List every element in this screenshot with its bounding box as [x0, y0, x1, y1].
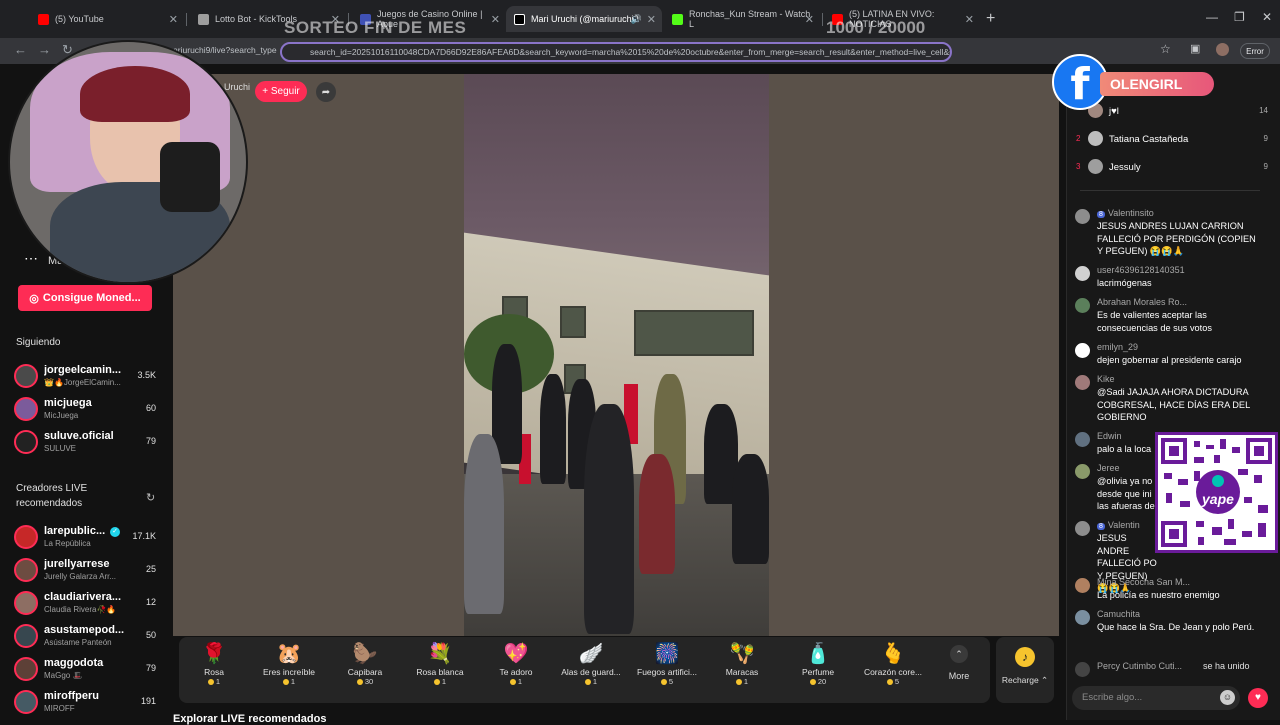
following-item[interactable]: micjuega MicJuega 60 [14, 395, 160, 425]
tiktok-coin-icon: ♪ [1015, 647, 1035, 667]
verified-icon: ✓ [110, 527, 120, 537]
more-gifts-button[interactable]: ⌃ More [944, 645, 974, 681]
minimize-icon[interactable]: — [1206, 10, 1218, 24]
recharge-button[interactable]: ♪ Recharge ⌃ [996, 637, 1054, 703]
gift-perfume[interactable]: 🧴 Perfume 20 [783, 641, 853, 701]
kicktools-icon [198, 13, 209, 25]
close-icon[interactable]: ✕ [805, 13, 814, 26]
avatar [1075, 578, 1090, 593]
avatar [1075, 266, 1090, 281]
facebook-handle-overlay: OLENGIRL [1100, 72, 1214, 96]
avatar [14, 690, 38, 714]
share-icon[interactable]: ➦ [316, 82, 336, 102]
gift-fuegos[interactable]: 🎆 Fuegos artifici... 5 [632, 641, 702, 701]
gift-corazon[interactable]: 🫰 Corazón core... 5 [858, 641, 928, 701]
chevron-up-icon: ⌃ [950, 645, 968, 663]
forward-icon[interactable]: → [38, 42, 51, 57]
more-dots-icon[interactable]: ⋯ [24, 250, 38, 267]
live-video[interactable] [464, 74, 769, 636]
speaker-icon[interactable]: 🔊 [631, 14, 642, 25]
extension-icon[interactable]: ▣ [1190, 42, 1200, 55]
recommended-item[interactable]: larepublic... La República ✓ 17.1K [14, 523, 160, 553]
gift-eres-increible[interactable]: 🐹 Eres increíble 1 [254, 641, 324, 701]
chat-input[interactable]: Escribe algo... [1072, 686, 1240, 710]
youtube-icon [38, 13, 49, 25]
gift-rosa-blanca[interactable]: 💐 Rosa blanca 1 [405, 641, 475, 701]
avatar [14, 624, 38, 648]
explore-heading: Explorar LIVE recomendados [173, 713, 327, 725]
error-badge[interactable]: Error [1240, 43, 1270, 59]
avatar [1088, 131, 1103, 146]
recommended-heading: Creadores LIVE [16, 483, 88, 494]
gift-te-adoro[interactable]: 💖 Te adoro 1 [481, 641, 551, 701]
following-item[interactable]: suluve.oficial SULUVE 79 [14, 428, 160, 458]
yape-qr-code: yape [1155, 432, 1278, 553]
avatar [14, 397, 38, 421]
emoji-icon[interactable]: ☺ [1220, 690, 1235, 705]
recommended-heading-line2: recomendados [16, 498, 83, 509]
heart-icon[interactable]: ♥ [1248, 688, 1268, 708]
avatar [1075, 610, 1090, 625]
ranking-row[interactable]: 3 Jessuly 9 [1076, 158, 1276, 178]
recommended-item[interactable]: jurellyarrese Jurelly Galarza Arr... 25 [14, 556, 160, 586]
gift-maracas[interactable]: 🪇 Maracas 1 [707, 641, 777, 701]
avatar [14, 364, 38, 388]
gift-rosa[interactable]: 🌹 Rosa 1 [179, 641, 249, 701]
ranking-row[interactable]: j♥l 14 [1076, 102, 1276, 122]
bookmark-star-icon[interactable]: ☆ [1160, 42, 1171, 56]
yape-logo: yape [1202, 491, 1234, 507]
url-input[interactable]: search_id=20251016110048CDA7D66D92E86AFE… [280, 42, 952, 62]
tab-mari-uruchi[interactable]: Mari Uruchi (@mariuruchi9 🔊 ✕ [506, 6, 662, 32]
close-icon[interactable]: ✕ [491, 13, 500, 26]
following-heading: Siguiendo [16, 337, 61, 348]
browser-tab-bar: (5) YouTube ✕ Lotto Bot - KickTools ✕ Jueg… [0, 0, 1280, 38]
recommended-item[interactable]: maggodota MaGgo 🎩 79 [14, 655, 160, 685]
webcam-overlay [8, 40, 248, 284]
gift-alas[interactable]: 🪽 Alas de guard... 1 [556, 641, 626, 701]
join-icon [1075, 662, 1090, 677]
recommended-item[interactable]: asustamepod... Asústame Panteón 50 [14, 622, 160, 652]
back-icon[interactable]: ← [14, 42, 27, 57]
maximize-icon[interactable]: ❐ [1234, 10, 1245, 24]
following-item[interactable]: jorgeelcamin... 👑🔥JorgeElCamin... 3.5K [14, 362, 160, 392]
avatar [1075, 521, 1090, 536]
tab-youtube[interactable]: (5) YouTube ✕ [30, 8, 184, 30]
gift-capibara[interactable]: 🦫 Capibara 30 [330, 641, 400, 701]
avatar [14, 430, 38, 454]
refresh-icon[interactable]: ↻ [146, 491, 155, 504]
goal-counter-overlay: 1000 / 20000 [826, 18, 926, 37]
avatar [1075, 375, 1090, 390]
ranking-row[interactable]: 2 Tatiana Castañeda 9 [1076, 130, 1276, 150]
avatar [1075, 464, 1090, 479]
tab-kick-stream[interactable]: Ronchas_Kun Stream - Watch L ✕ [664, 8, 820, 30]
recommended-item[interactable]: claudiarivera... Claudia Rivera🥀🔥 12 [14, 589, 160, 619]
avatar [1075, 343, 1090, 358]
close-icon[interactable]: ✕ [965, 13, 974, 26]
streamer-name[interactable]: Uruchi [224, 82, 250, 92]
tiktok-icon [514, 13, 525, 25]
profile-avatar[interactable] [1216, 43, 1229, 56]
avatar [1088, 159, 1103, 174]
sorteo-overlay: SORTEO FIN DE MES [284, 18, 467, 37]
kick-icon [672, 13, 683, 25]
avatar [14, 525, 38, 549]
avatar [14, 591, 38, 615]
avatar [14, 558, 38, 582]
coin-icon: ◎ [29, 292, 39, 305]
recommended-item[interactable]: miroffperu MIROFF 191 [14, 688, 160, 718]
get-coins-button[interactable]: ◎ Consigue Moned... [18, 285, 152, 311]
avatar [1075, 432, 1090, 447]
gift-bar: 🌹 Rosa 1 🐹 Eres increíble 1 🦫 Capibara 30 💐 Ros… [179, 637, 990, 703]
follow-button[interactable]: + Seguir [255, 81, 307, 102]
avatar [1075, 209, 1090, 224]
window-close-icon[interactable]: ✕ [1262, 10, 1272, 24]
close-icon[interactable]: ✕ [169, 13, 178, 26]
new-tab-button[interactable]: + [986, 10, 995, 28]
avatar [14, 657, 38, 681]
microphone-icon [160, 142, 220, 212]
close-icon[interactable]: ✕ [647, 13, 656, 26]
avatar [1075, 298, 1090, 313]
